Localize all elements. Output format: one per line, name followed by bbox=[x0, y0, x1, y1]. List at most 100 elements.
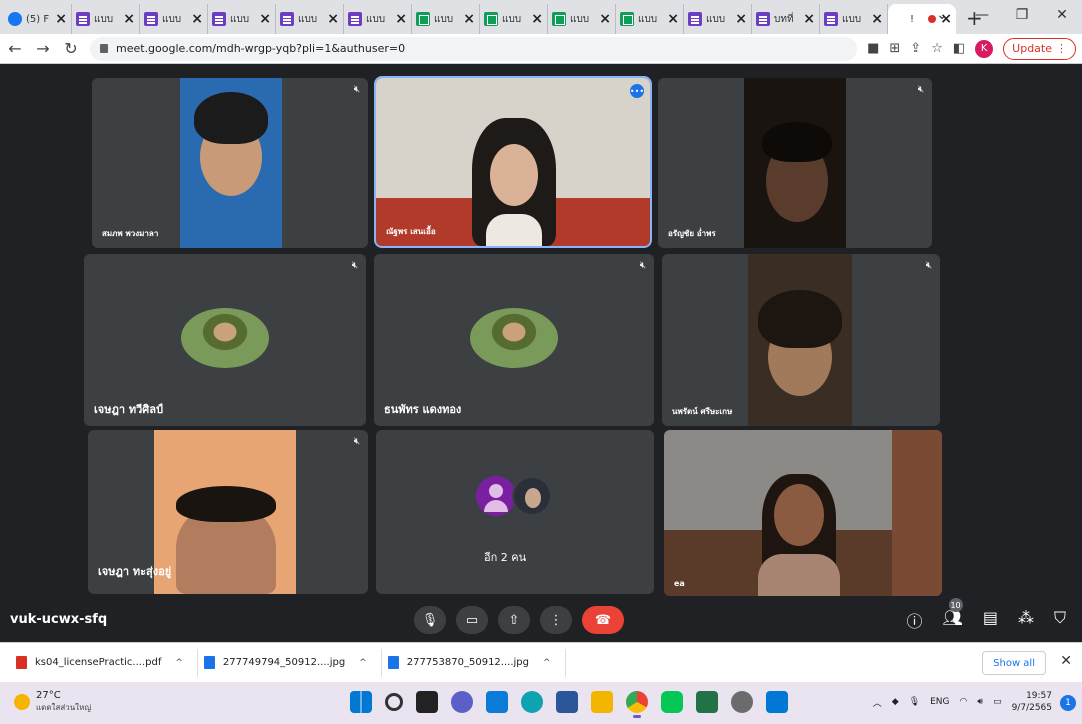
settings-icon[interactable] bbox=[731, 691, 753, 713]
download-menu-chevron-icon[interactable]: ^ bbox=[359, 658, 367, 668]
profile-avatar[interactable]: K bbox=[975, 39, 994, 58]
translate-icon[interactable]: ⊞ bbox=[889, 41, 900, 56]
file-explorer-icon[interactable] bbox=[591, 691, 613, 713]
participant-tile[interactable]: 🔇︎ อรัญชัย อ่ำพร bbox=[658, 78, 932, 248]
tray-overflow-icon[interactable]: ︿ bbox=[873, 696, 882, 709]
participant-video bbox=[154, 430, 296, 594]
participant-tile[interactable]: 🔇︎ นพรัตน์ ศรีษะเกษ bbox=[662, 254, 940, 426]
excel-icon[interactable] bbox=[696, 691, 718, 713]
download-menu-chevron-icon[interactable]: ^ bbox=[175, 658, 183, 668]
activities-icon[interactable]: ⁂ bbox=[1018, 608, 1034, 632]
download-item[interactable]: 277753870_50912....jpg ^ bbox=[382, 648, 566, 677]
minimize-icon[interactable]: — bbox=[962, 7, 1002, 23]
microphone-button[interactable]: 🎙︎ bbox=[414, 606, 446, 634]
more-options-icon[interactable]: ••• bbox=[630, 84, 644, 98]
chrome-icon[interactable] bbox=[626, 691, 648, 718]
show-all-button[interactable]: Show all bbox=[982, 651, 1046, 675]
tab-search-chevron-icon[interactable]: ⌄ bbox=[922, 7, 962, 23]
participant-count-badge: 10 bbox=[948, 598, 963, 612]
chat-app-icon[interactable] bbox=[451, 691, 473, 713]
camera-button[interactable]: ▭ bbox=[456, 606, 488, 634]
battery-icon[interactable]: ▭ bbox=[993, 697, 1002, 707]
close-tab-icon[interactable]: × bbox=[327, 11, 339, 27]
close-window-icon[interactable]: ✕ bbox=[1042, 7, 1082, 23]
close-tab-icon[interactable]: × bbox=[599, 11, 611, 27]
close-tab-icon[interactable]: × bbox=[667, 11, 679, 27]
search-icon[interactable] bbox=[385, 693, 403, 711]
edge-icon[interactable] bbox=[521, 691, 543, 713]
participant-tile[interactable]: 🔇︎ เจษฎา ทะสุ่งอยู่ bbox=[88, 430, 368, 594]
word-icon[interactable] bbox=[556, 691, 578, 713]
participant-tile[interactable]: 🔇︎ เจษฎา ทวีศิลป์ bbox=[84, 254, 366, 426]
close-tab-icon[interactable]: × bbox=[55, 11, 67, 27]
forward-arrow-icon[interactable]: → bbox=[34, 39, 52, 58]
participant-tile[interactable]: 🔇︎ สมภพ พวงมาลา bbox=[92, 78, 368, 248]
clock[interactable]: 19:57 9/7/2565 bbox=[1012, 690, 1052, 714]
weather-sun-icon bbox=[14, 694, 30, 710]
browser-tab[interactable]: แบบ × bbox=[208, 4, 276, 34]
close-tab-icon[interactable]: × bbox=[803, 11, 815, 27]
browser-tab[interactable]: แบบ × bbox=[820, 4, 888, 34]
leave-call-button[interactable]: ☎︎ bbox=[582, 606, 624, 634]
google-forms-icon bbox=[76, 12, 90, 26]
weather-widget[interactable]: 27°C แดดใสส่วนใหญ่ bbox=[14, 690, 91, 714]
browser-tab[interactable]: แบบ × bbox=[616, 4, 684, 34]
meeting-details-icon[interactable]: ⓘ bbox=[907, 608, 923, 632]
browser-tab[interactable]: แบบ × bbox=[412, 4, 480, 34]
url-text: meet.google.com/mdh-wrgp-yqb?pli=1&authu… bbox=[116, 42, 406, 55]
download-item[interactable]: 277749794_50912....jpg ^ bbox=[198, 648, 382, 677]
browser-tab[interactable]: แบบ × bbox=[344, 4, 412, 34]
camera-icon[interactable]: ■ bbox=[867, 41, 879, 56]
browser-tab[interactable]: (5) F × bbox=[4, 4, 72, 34]
mail-icon[interactable] bbox=[486, 691, 508, 713]
address-bar[interactable]: meet.google.com/mdh-wrgp-yqb?pli=1&authu… bbox=[90, 36, 858, 61]
bookmark-star-icon[interactable]: ☆ bbox=[931, 41, 943, 56]
close-tab-icon[interactable]: × bbox=[395, 11, 407, 27]
browser-tab[interactable]: บทที่ × bbox=[752, 4, 820, 34]
download-menu-chevron-icon[interactable]: ^ bbox=[543, 658, 551, 668]
back-arrow-icon[interactable]: ← bbox=[6, 39, 24, 58]
browser-tab[interactable]: แบบ × bbox=[684, 4, 752, 34]
close-tab-icon[interactable]: × bbox=[191, 11, 203, 27]
participant-hair bbox=[762, 122, 832, 162]
others-tile[interactable]: อีก 2 คน bbox=[376, 430, 654, 594]
participant-tile[interactable]: ea bbox=[664, 430, 942, 596]
line-icon[interactable] bbox=[661, 691, 683, 713]
reload-icon[interactable]: ↻ bbox=[62, 39, 80, 58]
present-button[interactable]: ⇧ bbox=[498, 606, 530, 634]
google-sheets-icon bbox=[416, 12, 430, 26]
tray-app-icon[interactable]: ◆ bbox=[892, 697, 899, 707]
host-controls-icon[interactable]: ⛉ bbox=[1054, 608, 1066, 632]
browser-tab[interactable]: แบบ × bbox=[140, 4, 208, 34]
restore-icon[interactable]: ❐ bbox=[1002, 7, 1042, 23]
close-tab-icon[interactable]: × bbox=[871, 11, 883, 27]
more-options-button[interactable]: ⋮ bbox=[540, 606, 572, 634]
share-icon[interactable]: ⇪ bbox=[910, 41, 921, 56]
side-panel-icon[interactable]: ◧ bbox=[953, 41, 965, 56]
language-indicator[interactable]: ENG bbox=[930, 697, 949, 707]
close-downloads-icon[interactable]: ✕ bbox=[1060, 653, 1072, 669]
close-tab-icon[interactable]: × bbox=[123, 11, 135, 27]
browser-tab[interactable]: แบบ × bbox=[548, 4, 616, 34]
chat-icon[interactable]: ▤ bbox=[983, 608, 998, 632]
pdf-file-icon bbox=[16, 656, 27, 669]
browser-tab[interactable]: แบบ × bbox=[480, 4, 548, 34]
windows-start-icon[interactable] bbox=[350, 691, 372, 713]
close-tab-icon[interactable]: × bbox=[463, 11, 475, 27]
notification-badge[interactable]: 1 bbox=[1060, 695, 1076, 711]
update-button[interactable]: Update ⋮ bbox=[1003, 37, 1076, 60]
participant-tile[interactable]: 🔇︎ ธนพัทร แดงทอง bbox=[374, 254, 654, 426]
close-tab-icon[interactable]: × bbox=[259, 11, 271, 27]
browser-tab[interactable]: แบบ × bbox=[276, 4, 344, 34]
browser-tab[interactable]: แบบ × bbox=[72, 4, 140, 34]
people-button[interactable]: 10 👥︎ bbox=[943, 598, 963, 632]
volume-icon[interactable]: 🔊︎ bbox=[977, 697, 983, 707]
wifi-icon[interactable]: ◠ bbox=[960, 697, 968, 707]
download-item[interactable]: ks04_licensePractic....pdf ^ bbox=[10, 648, 198, 677]
photos-icon[interactable] bbox=[766, 691, 788, 713]
participant-tile-speaking[interactable]: ••• ณัฐพร เสนเอื้อ bbox=[374, 76, 652, 248]
close-tab-icon[interactable]: × bbox=[531, 11, 543, 27]
close-tab-icon[interactable]: × bbox=[735, 11, 747, 27]
tray-mic-icon[interactable]: 🎙︎ bbox=[909, 697, 920, 707]
task-view-icon[interactable] bbox=[416, 691, 438, 713]
